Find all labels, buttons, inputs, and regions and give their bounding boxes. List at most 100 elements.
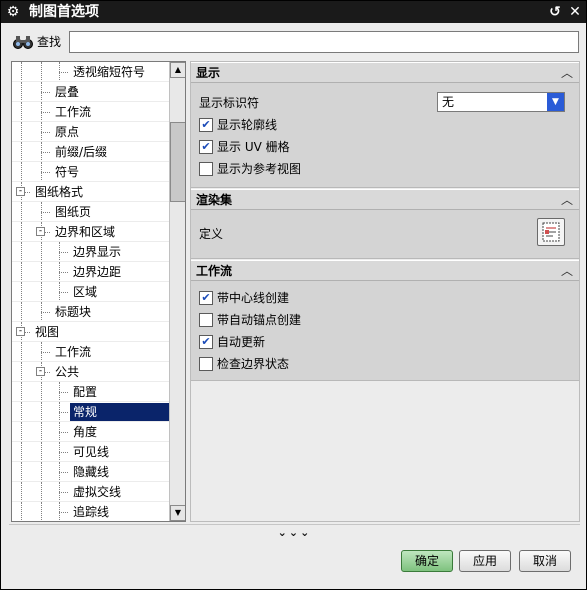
scroll-up-icon[interactable]: ▲ — [170, 62, 185, 78]
tree-item[interactable]: 符号 — [12, 162, 169, 182]
chevron-up-icon[interactable]: ︿ — [559, 263, 575, 279]
tree-item[interactable]: - 视图 — [12, 322, 169, 342]
tree-guide-line — [21, 442, 22, 462]
search-label: 查找 — [37, 35, 62, 49]
tree-item-label: 工作流 — [55, 105, 92, 119]
scroll-down-icon[interactable]: ▼ — [170, 505, 185, 521]
tree-guide-line — [21, 82, 22, 102]
checkbox-label: 自动更新 — [217, 335, 266, 349]
scroll-thumb[interactable] — [170, 122, 185, 202]
checkbox-label: 检查边界状态 — [217, 357, 290, 371]
checkbox-box[interactable]: ✔ — [199, 118, 213, 132]
tree-guide-line — [21, 202, 22, 222]
tree-connector — [41, 112, 50, 113]
tree-connector — [41, 152, 50, 153]
tree-item[interactable]: 图纸页 — [12, 202, 169, 222]
ok-button[interactable]: 确定 — [401, 550, 453, 572]
marker-select-value: 无 — [442, 95, 455, 109]
tree-item[interactable]: 工作流 — [12, 102, 169, 122]
tree-item-label: 层叠 — [55, 85, 80, 99]
tree-item[interactable]: 常规 — [12, 402, 170, 422]
tree-guide-line — [41, 442, 42, 462]
tree-item-label: 透视缩短符号 — [73, 65, 146, 79]
render-set-group-title: 渲染集 — [196, 193, 233, 207]
tree-item-label: 边界显示 — [73, 245, 122, 259]
tree-item-label: 配置 — [73, 385, 98, 399]
gear-icon[interactable]: ⚙ — [5, 4, 21, 20]
tree-item-label: 边界和区域 — [55, 225, 116, 239]
tree-scrollbar[interactable]: ▲ ▼ — [169, 62, 185, 521]
tree-guide-line — [21, 362, 22, 382]
tree-item-label: 原点 — [55, 125, 80, 139]
tree-collapse-icon[interactable]: - — [16, 327, 25, 336]
tree-item[interactable]: 原点 — [12, 122, 169, 142]
workflow-group-title: 工作流 — [196, 264, 233, 278]
checkbox-box[interactable] — [199, 162, 213, 176]
tree-item-label: 符号 — [55, 165, 80, 179]
tree-item[interactable]: 可见线 — [12, 442, 169, 462]
tree-item-label: 可见线 — [73, 445, 110, 459]
tree-connector — [59, 412, 68, 413]
tree-item-label: 常规 — [70, 403, 170, 421]
tree-item[interactable]: 前缀/后缀 — [12, 142, 169, 162]
tree-item[interactable]: - 图纸格式 — [12, 182, 169, 202]
more-options-toggle[interactable]: ⌄⌄⌄ — [9, 524, 580, 540]
tree-item-label: 虚拟交线 — [73, 485, 122, 499]
tree-item[interactable]: - 公共 — [12, 362, 169, 382]
tree-guide-line — [21, 162, 22, 182]
checkbox-box[interactable] — [199, 357, 213, 371]
reset-icon[interactable]: ↺ — [546, 3, 564, 21]
tree-collapse-icon[interactable]: - — [36, 367, 45, 376]
checkbox-label: 带自动锚点创建 — [217, 313, 302, 327]
tree-guide-line — [21, 142, 22, 162]
tree-collapse-icon[interactable]: - — [36, 227, 45, 236]
checkbox-box[interactable]: ✔ — [199, 140, 213, 154]
dialog-title: 制图首选项 — [29, 4, 99, 20]
tree-guide-line — [21, 342, 22, 362]
checkbox-box[interactable]: ✔ — [199, 335, 213, 349]
workflow-group-body: ✔ 带中心线创建 带自动锚点创建 ✔ 自动更新 检查边界状态 — [191, 281, 579, 381]
tree-item-label: 工作流 — [55, 345, 92, 359]
tree-item[interactable]: 边界显示 — [12, 242, 169, 262]
tree-item[interactable]: 追踪线 — [12, 502, 169, 521]
checkbox-label: 带中心线创建 — [217, 291, 290, 305]
tree-guide-line — [41, 262, 42, 282]
chevron-up-icon[interactable]: ︿ — [559, 192, 575, 208]
tree-collapse-icon[interactable]: - — [16, 187, 25, 196]
tree-item[interactable]: 标题块 — [12, 302, 169, 322]
tree-connector — [59, 292, 68, 293]
apply-button[interactable]: 应用 — [459, 550, 511, 572]
tree-item[interactable]: 边界边距 — [12, 262, 169, 282]
tree-connector — [59, 432, 68, 433]
checkbox-box[interactable] — [199, 313, 213, 327]
define-button[interactable] — [537, 218, 565, 246]
chevron-down-icon[interactable]: ▼ — [547, 93, 564, 111]
tree-item[interactable]: 层叠 — [12, 82, 169, 102]
render-set-group-body: 定义 — [191, 210, 579, 259]
tree-connector — [59, 472, 68, 473]
tree-item[interactable]: 虚拟交线 — [12, 482, 169, 502]
marker-select[interactable]: 无 ▼ — [437, 92, 565, 112]
category-tree: 透视缩短符号 层叠 工作流 原点 前缀/后缀 符号 - 图纸格式 图纸页 - 边界和区域 边界显示 边界… — [11, 61, 186, 522]
close-icon[interactable]: ✕ — [566, 3, 584, 21]
tree-guide-line — [21, 302, 22, 322]
tree-item[interactable]: 配置 — [12, 382, 169, 402]
checkbox-label: 显示轮廓线 — [217, 118, 278, 132]
cancel-button[interactable]: 取消 — [519, 550, 571, 572]
tree-item[interactable]: 角度 — [12, 422, 169, 442]
checkbox-box[interactable]: ✔ — [199, 291, 213, 305]
tree-guide-line — [21, 222, 22, 242]
chevron-up-icon[interactable]: ︿ — [559, 65, 575, 81]
display-group-header[interactable]: 显示 ︿ — [191, 62, 579, 83]
tree-item[interactable]: 隐藏线 — [12, 462, 169, 482]
search-input[interactable] — [69, 31, 579, 53]
workflow-group-header[interactable]: 工作流 ︿ — [191, 260, 579, 281]
tree-guide-line — [21, 242, 22, 262]
tree-connector — [59, 512, 68, 513]
tree-item[interactable]: 透视缩短符号 — [12, 62, 169, 82]
render-set-group-header[interactable]: 渲染集 ︿ — [191, 189, 579, 210]
tree-item[interactable]: 区域 — [12, 282, 169, 302]
tree-item[interactable]: - 边界和区域 — [12, 222, 169, 242]
tree-item[interactable]: 工作流 — [12, 342, 169, 362]
display-group-body: 显示标识符 无 ▼ ✔ 显示轮廓线 ✔ 显示 UV 栅格 显示为参考视图 — [191, 83, 579, 188]
